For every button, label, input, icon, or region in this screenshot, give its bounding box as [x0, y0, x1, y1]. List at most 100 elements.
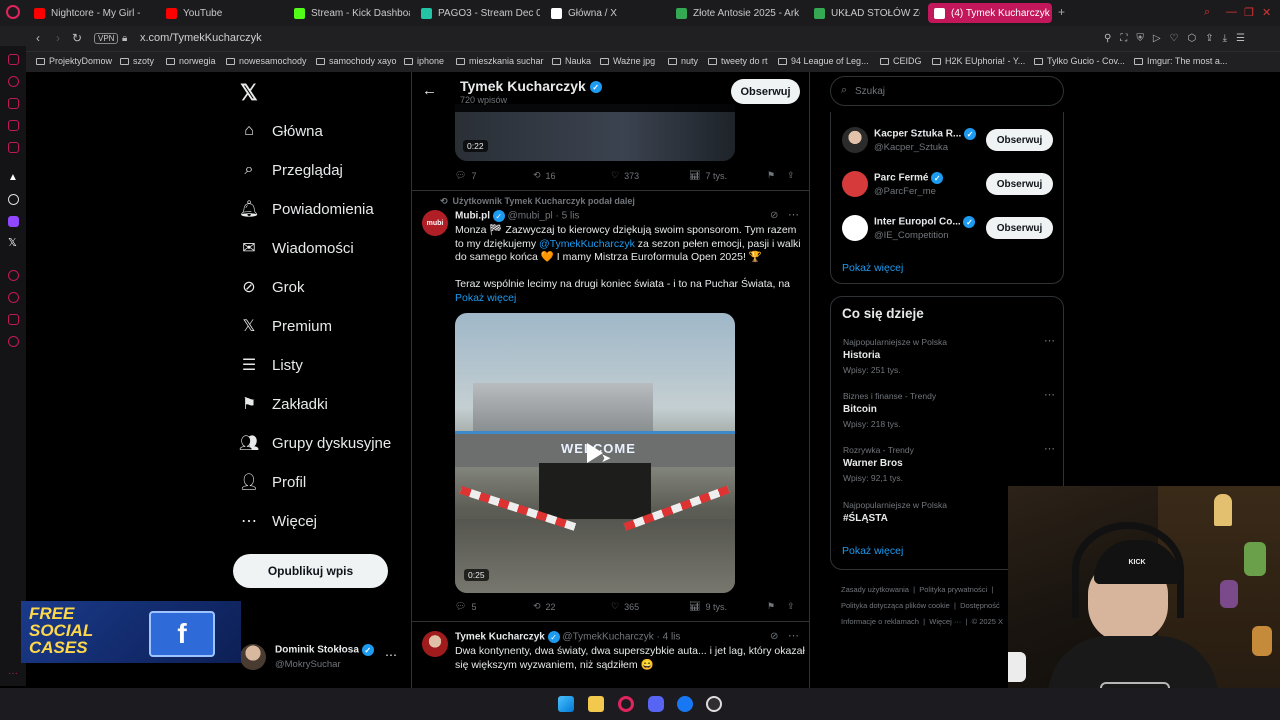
show-more-link[interactable]: Pokaż więcej: [842, 262, 903, 274]
bookmark-item[interactable]: szoty: [120, 56, 154, 66]
bookmark-item[interactable]: H2K EUphoria! - Y...: [932, 56, 1025, 66]
chat-side-icon[interactable]: [8, 314, 19, 325]
browser-tab[interactable]: Główna / X: [545, 3, 665, 23]
start-icon[interactable]: [558, 696, 574, 712]
kick-side-icon[interactable]: ▲: [8, 172, 18, 183]
bookmark-item[interactable]: samochody xayo: [316, 56, 397, 66]
avatar[interactable]: [422, 631, 448, 657]
grok-icon[interactable]: ⊘: [770, 631, 778, 642]
bookmark-item[interactable]: mieszkania suchar: [456, 56, 544, 66]
forward-icon[interactable]: ›: [56, 31, 60, 45]
download-icon[interactable]: ⤓: [1223, 33, 1227, 44]
bookmark-item[interactable]: iphone: [404, 56, 444, 66]
post-time[interactable]: 5 lis: [562, 211, 580, 222]
post-more-icon[interactable]: ⋯: [788, 208, 799, 221]
views-button[interactable]: 📊︎ 9 tys.: [689, 601, 767, 612]
new-tab-button[interactable]: +: [1058, 5, 1065, 19]
timer-side-icon[interactable]: [8, 292, 19, 303]
reply-button[interactable]: 💬︎ 5: [455, 601, 533, 612]
youtube-music-icon[interactable]: [8, 54, 19, 65]
browser-tab[interactable]: YouTube: [160, 3, 280, 23]
repost-button[interactable]: ⟲ 16: [533, 170, 611, 181]
post-handle[interactable]: @mubi_pl: [508, 211, 553, 222]
bookmark-item[interactable]: Nauka: [552, 56, 591, 66]
post-author[interactable]: Mubi.pl: [455, 211, 490, 222]
search-tabs-icon[interactable]: ⌕: [1204, 6, 1210, 19]
video-thumbnail[interactable]: 0:22: [455, 104, 735, 161]
opera-icon[interactable]: [618, 696, 634, 712]
account-switcher[interactable]: Dominik Stokłosa ✓ @MokrySuchar ⋯: [240, 642, 410, 678]
wallet-icon[interactable]: [8, 98, 19, 109]
heart-icon[interactable]: ♡: [1170, 33, 1179, 44]
account-more-icon[interactable]: ⋯: [385, 648, 397, 662]
nav-item-list[interactable]: ☰ Listy: [240, 356, 303, 375]
vpn-badge[interactable]: VPN: [94, 33, 119, 44]
browser-tab[interactable]: (4) Tymek Kucharczyk (@: [928, 3, 1052, 23]
suggestion-row[interactable]: Parc Fermé ✓ @ParcFer_me Obserwuj: [842, 170, 1054, 200]
trend-more-icon[interactable]: ⋯: [1044, 334, 1055, 347]
messenger-icon[interactable]: [8, 120, 19, 131]
bookmark-item[interactable]: ProjektyDomow: [36, 56, 112, 66]
nav-item-x-logo[interactable]: 𝕏 Premium: [240, 317, 332, 336]
obs-icon[interactable]: [706, 696, 722, 712]
nav-item-bookmark[interactable]: ⚑ Zakładki: [240, 395, 328, 414]
views-button[interactable]: 📊︎ 7 tys.: [689, 170, 767, 181]
browser-tab[interactable]: Stream - Kick Dashboard: [288, 3, 410, 23]
close-window-button[interactable]: ✕: [1262, 6, 1271, 19]
clock-side-icon[interactable]: [8, 270, 19, 281]
suggestion-row[interactable]: Inter Europol Co... ✓ @IE_Competition Obse…: [842, 214, 1054, 244]
nav-item-bell[interactable]: 🔔︎ Powiadomienia: [239, 200, 374, 219]
bookmark-button[interactable]: ⚑: [767, 601, 787, 612]
search-box[interactable]: ⌕ Szukaj: [830, 76, 1064, 106]
extensions-icon[interactable]: ⬡: [1188, 33, 1197, 44]
bookmark-item[interactable]: norwegia: [166, 56, 216, 66]
back-arrow-icon[interactable]: ←: [422, 82, 437, 99]
x-logo-icon[interactable]: 𝕏: [240, 80, 258, 106]
messenger-icon[interactable]: [677, 696, 693, 712]
nav-item-more[interactable]: ⋯ Więcej: [240, 512, 317, 531]
opera-logo-icon[interactable]: [6, 5, 20, 19]
social-cases-ad[interactable]: FREE SOCIAL CASES f: [21, 601, 241, 663]
follow-button[interactable]: Obserwuj: [731, 79, 800, 104]
follow-button[interactable]: Obserwuj: [986, 217, 1053, 239]
browser-tab[interactable]: UKŁAD STOŁÓW ZŁOTE: [808, 3, 920, 23]
trend-item[interactable]: Najpopularniejsze w Polska Historia Wpisy:…: [843, 334, 1055, 375]
reply-button[interactable]: 💬︎ 7: [455, 170, 533, 181]
settings-side-icon[interactable]: [8, 194, 19, 205]
mail-side-icon[interactable]: [8, 142, 19, 153]
video-player[interactable]: WELCOME 0:25: [455, 313, 735, 593]
menu-icon[interactable]: ☰: [1236, 33, 1245, 44]
nav-item-home[interactable]: ⌂ Główna: [240, 122, 323, 140]
grok-icon[interactable]: ⊘: [770, 210, 778, 221]
trend-item[interactable]: Rozrywka - Trendy Warner Bros Wpisy: 92,1 …: [843, 443, 1055, 483]
trend-more-icon[interactable]: ⋯: [1044, 388, 1055, 401]
nav-item-mail[interactable]: ✉ Wiadomości: [240, 239, 353, 258]
nav-item-grok[interactable]: ⊘ Grok: [240, 278, 304, 297]
follow-button[interactable]: Obserwuj: [986, 129, 1053, 151]
browser-tab[interactable]: Złote Antosie 2025 - Ark: [670, 3, 800, 23]
share-icon[interactable]: ⇪: [1205, 33, 1213, 44]
trend-item[interactable]: Biznes i finanse - Trendy Bitcoin Wpisy: 2…: [843, 388, 1055, 429]
file-explorer-icon[interactable]: [588, 696, 604, 712]
bookmark-item[interactable]: CEIDG: [880, 56, 922, 66]
nav-item-groups[interactable]: 👥︎ Grupy dyskusyjne: [239, 434, 391, 453]
follow-button[interactable]: Obserwuj: [986, 173, 1053, 195]
bookmark-item[interactable]: Ważne jpg: [600, 56, 655, 66]
bookmark-item[interactable]: Tylko Gucio - Cov...: [1034, 56, 1125, 66]
post-author[interactable]: Tymek Kucharczyk: [455, 632, 545, 643]
nav-item-profile[interactable]: 👤︎ Profil: [239, 473, 306, 492]
share-button[interactable]: ⇪: [787, 170, 795, 181]
more-side-icon[interactable]: ···: [8, 668, 18, 679]
repost-button[interactable]: ⟲ 22: [533, 601, 611, 612]
reload-icon[interactable]: ↻: [72, 31, 82, 45]
pin-icon[interactable]: ⚲: [1104, 33, 1111, 44]
bookmark-item[interactable]: tweety do rt: [708, 56, 768, 66]
play-icon[interactable]: ▷: [1153, 33, 1161, 44]
post-more-icon[interactable]: ⋯: [788, 629, 799, 642]
post-time[interactable]: 4 lis: [663, 632, 681, 643]
discord-icon[interactable]: [648, 696, 664, 712]
x-side-icon[interactable]: 𝕏: [8, 236, 17, 249]
bookmark-button[interactable]: ⚑: [767, 170, 787, 181]
post-handle[interactable]: @TymekKucharczyk: [562, 632, 653, 643]
history-icon[interactable]: [8, 76, 19, 87]
